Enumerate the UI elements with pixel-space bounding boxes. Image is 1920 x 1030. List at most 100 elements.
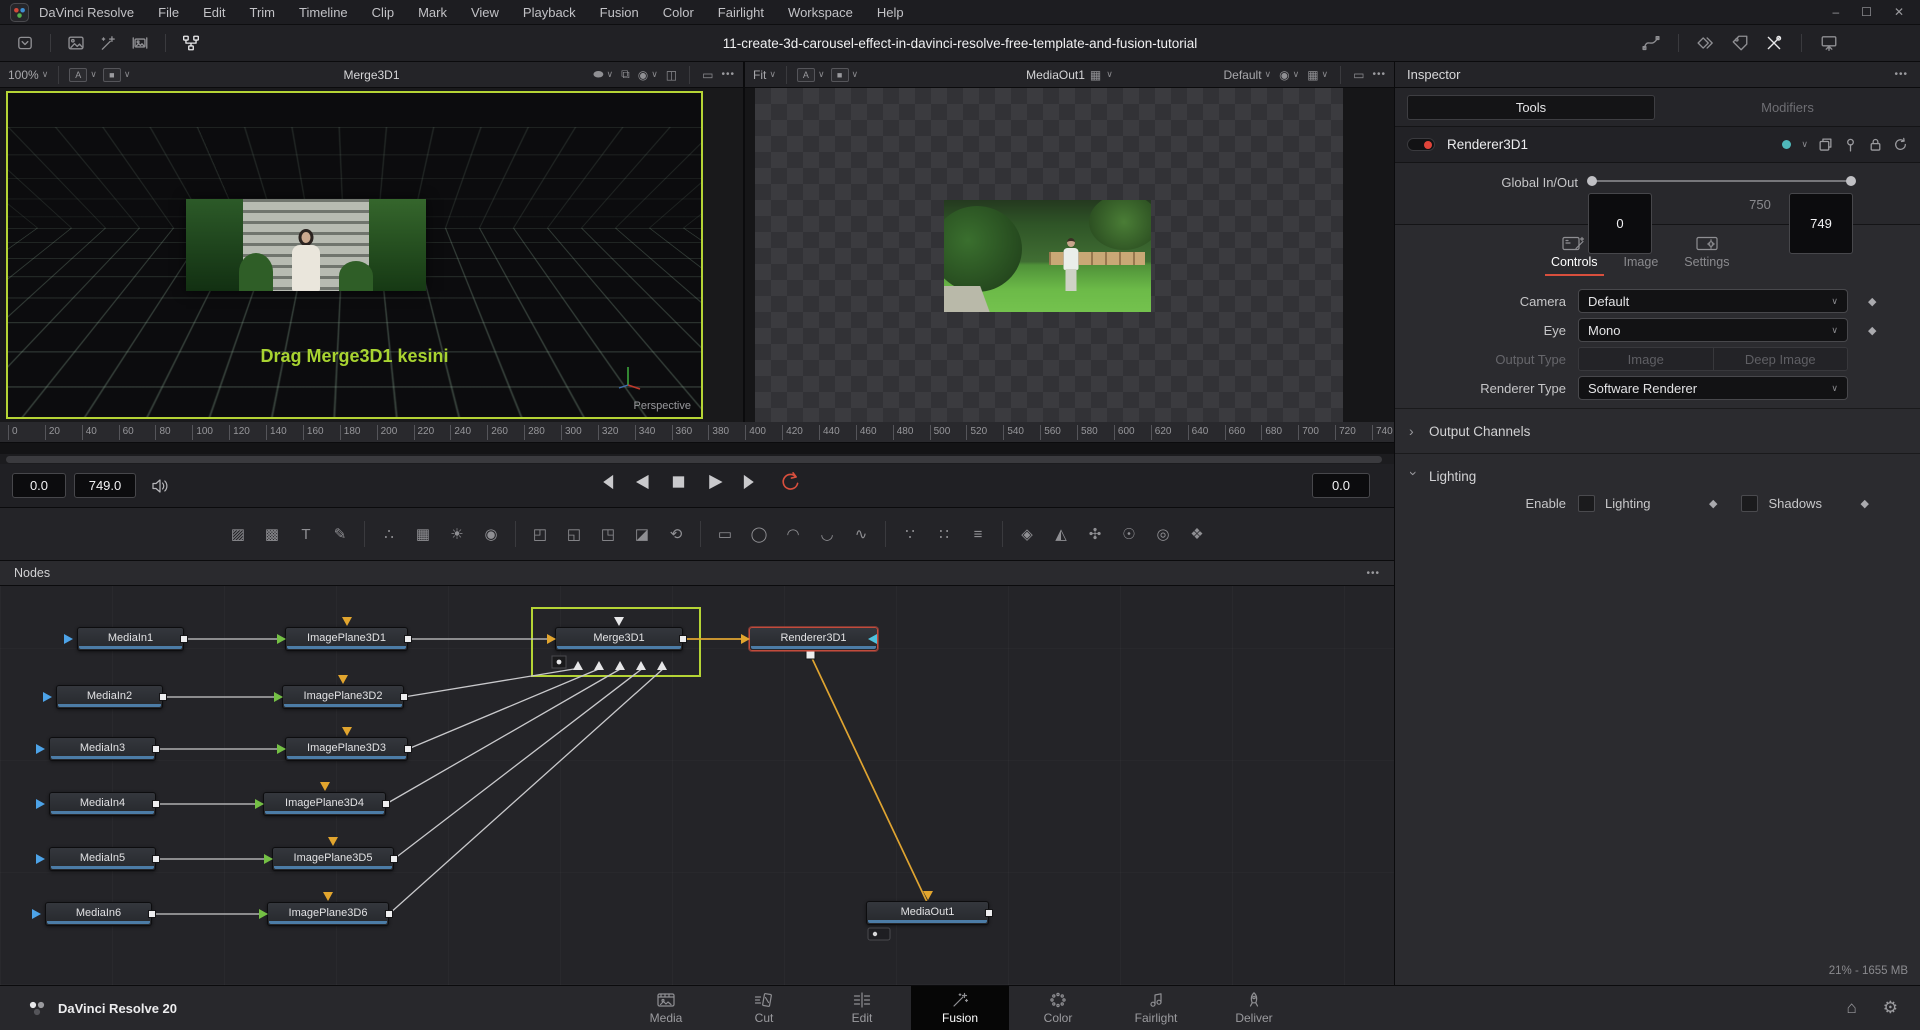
clips-icon[interactable] bbox=[129, 34, 151, 52]
top-input-triangle-icon[interactable] bbox=[328, 837, 338, 846]
input-triangle-icon[interactable] bbox=[277, 744, 286, 754]
input-triangle-icon[interactable] bbox=[264, 854, 273, 864]
effects-library-icon[interactable] bbox=[97, 34, 119, 52]
maximize-icon[interactable]: ☐ bbox=[1861, 5, 1872, 19]
tool-camera-3d-icon[interactable]: ◎ bbox=[1150, 522, 1176, 546]
slider-handle-in[interactable] bbox=[1587, 176, 1597, 186]
input-triangle-icon[interactable] bbox=[277, 634, 286, 644]
menu-item-trim[interactable]: Trim bbox=[250, 5, 276, 20]
node-imageplane3d3[interactable]: ImagePlane3D3 bbox=[285, 737, 408, 761]
menu-item-fairlight[interactable]: Fairlight bbox=[718, 5, 764, 20]
output-square-icon[interactable] bbox=[152, 800, 160, 808]
node-imageplane3d5[interactable]: ImagePlane3D5 bbox=[272, 847, 394, 871]
tool-text-3d-icon[interactable]: ✣ bbox=[1082, 522, 1108, 546]
section-output-channels[interactable]: › Output Channels bbox=[1395, 417, 1920, 445]
current-frame-field[interactable]: 0.0 bbox=[1312, 473, 1370, 498]
node-enable-toggle[interactable] bbox=[1407, 138, 1435, 151]
loop-button[interactable] bbox=[779, 471, 801, 493]
tool-transform-icon[interactable]: ◰ bbox=[527, 522, 553, 546]
menu-item-view[interactable]: View bbox=[471, 5, 499, 20]
node-mediain2[interactable]: MediaIn2 bbox=[56, 685, 163, 709]
tool-wand-mask-icon[interactable]: ∿ bbox=[848, 522, 874, 546]
output-square-icon[interactable] bbox=[390, 855, 398, 863]
page-tab-fairlight[interactable]: Fairlight bbox=[1107, 986, 1205, 1030]
output-square-icon[interactable] bbox=[404, 635, 412, 643]
output-square-icon[interactable] bbox=[404, 745, 412, 753]
input-triangle-icon[interactable] bbox=[36, 854, 45, 864]
input-triangle-icon[interactable] bbox=[259, 909, 268, 919]
top-input-triangle-icon[interactable] bbox=[923, 891, 933, 900]
page-tab-edit[interactable]: Edit bbox=[813, 986, 911, 1030]
nodes-icon[interactable] bbox=[180, 34, 202, 52]
output-square-icon[interactable] bbox=[159, 693, 167, 701]
top-input-triangle-icon[interactable] bbox=[323, 892, 333, 901]
go-last-button[interactable] bbox=[742, 471, 764, 493]
node-mediain6[interactable]: MediaIn6 bbox=[45, 902, 152, 926]
input-triangle-icon[interactable] bbox=[255, 799, 264, 809]
stop-button[interactable] bbox=[668, 471, 690, 493]
lut-select[interactable]: Default∨ bbox=[1224, 68, 1272, 82]
page-tab-deliver[interactable]: Deliver bbox=[1205, 986, 1303, 1030]
output-square-icon[interactable] bbox=[148, 910, 156, 918]
fit-select[interactable]: Fit∨ bbox=[753, 68, 776, 82]
input-triangle-icon[interactable] bbox=[43, 692, 52, 702]
input-triangle-icon[interactable] bbox=[274, 692, 283, 702]
top-input-triangle-icon[interactable] bbox=[338, 675, 348, 684]
tool-shape-3d-icon[interactable]: ◭ bbox=[1048, 522, 1074, 546]
play-reverse-button[interactable] bbox=[631, 471, 653, 493]
home-icon[interactable]: ⌂ bbox=[1846, 998, 1856, 1018]
lighting-select[interactable]: ◉∨ bbox=[638, 68, 658, 82]
node-mediain1[interactable]: MediaIn1 bbox=[77, 627, 184, 651]
left-viewer-3d[interactable]: Drag Merge3D1 kesini Perspective bbox=[0, 88, 745, 422]
output-square-icon[interactable] bbox=[152, 855, 160, 863]
tool-ellipse-mask-icon[interactable]: ◯ bbox=[746, 522, 772, 546]
tool-bspline-mask-icon[interactable]: ◡ bbox=[814, 522, 840, 546]
stack-icon[interactable]: ⧉ bbox=[621, 67, 630, 82]
menu-item-playback[interactable]: Playback bbox=[523, 5, 576, 20]
eye-keyframe-icon[interactable]: ◆ bbox=[1868, 324, 1876, 337]
lightbox-icon[interactable] bbox=[1818, 34, 1840, 52]
input-triangle-icon[interactable] bbox=[547, 634, 556, 644]
subtab-settings[interactable]: Settings bbox=[1678, 233, 1735, 276]
timeline-scrollbar[interactable] bbox=[0, 454, 1394, 464]
minimize-icon[interactable]: – bbox=[1832, 5, 1839, 19]
inspector-menu-icon[interactable]: ••• bbox=[1894, 69, 1908, 80]
tab-modifiers[interactable]: Modifiers bbox=[1655, 100, 1920, 115]
output-square-icon[interactable] bbox=[385, 910, 393, 918]
view-label[interactable]: Perspective bbox=[634, 400, 691, 412]
tool-dve-icon[interactable]: ◱ bbox=[561, 522, 587, 546]
eye-select[interactable]: Mono∨ bbox=[1578, 318, 1848, 342]
node-graph[interactable]: MediaIn1ImagePlane3D1Merge3D1Renderer3D1… bbox=[0, 586, 1394, 985]
roi-select[interactable]: ⬬∨ bbox=[593, 67, 613, 82]
range-end-field[interactable]: 749.0 bbox=[74, 473, 136, 498]
tool-lut-icon[interactable]: ▦ bbox=[410, 522, 436, 546]
shadows-checkbox[interactable] bbox=[1741, 495, 1758, 512]
output-square-icon[interactable] bbox=[679, 635, 687, 643]
menu-item-help[interactable]: Help bbox=[877, 5, 904, 20]
top-input-triangle-icon[interactable] bbox=[320, 782, 330, 791]
node-imageplane3d2[interactable]: ImagePlane3D2 bbox=[282, 685, 404, 709]
timeline-ruler[interactable]: 0204060801001201401601802002202402602803… bbox=[0, 422, 1394, 442]
right-input-triangle-icon[interactable] bbox=[868, 634, 877, 644]
node-mediain5[interactable]: MediaIn5 bbox=[49, 847, 156, 871]
pin-icon[interactable] bbox=[1843, 137, 1858, 152]
inspector-tools-icon[interactable] bbox=[1763, 34, 1785, 52]
tool-resize-icon[interactable]: ⟲ bbox=[663, 522, 689, 546]
copy-settings-icon[interactable] bbox=[1818, 137, 1833, 152]
lock-icon[interactable] bbox=[1868, 137, 1883, 152]
tool-pemitter-icon[interactable]: ∵ bbox=[897, 522, 923, 546]
node-imageplane3d1[interactable]: ImagePlane3D1 bbox=[285, 627, 408, 651]
node-imageplane3d6[interactable]: ImagePlane3D6 bbox=[267, 902, 389, 926]
tool-merge-3d-icon[interactable]: ☉ bbox=[1116, 522, 1142, 546]
output-square-icon[interactable] bbox=[400, 693, 408, 701]
output-square-icon[interactable] bbox=[180, 635, 188, 643]
single-view-icon[interactable]: ▭ bbox=[702, 68, 713, 82]
spline-icon[interactable] bbox=[1640, 34, 1662, 52]
lighting-keyframe-icon[interactable]: ◆ bbox=[1709, 497, 1717, 510]
go-first-button[interactable] bbox=[594, 471, 616, 493]
global-in-field[interactable]: 0 bbox=[1588, 193, 1652, 254]
merge3d-viewport[interactable]: Drag Merge3D1 kesini Perspective bbox=[6, 91, 703, 419]
single-view-icon-right[interactable]: ▭ bbox=[1353, 68, 1364, 82]
shadows-keyframe-icon[interactable]: ◆ bbox=[1860, 497, 1868, 510]
channel-select-right[interactable]: A∨ bbox=[797, 68, 825, 82]
